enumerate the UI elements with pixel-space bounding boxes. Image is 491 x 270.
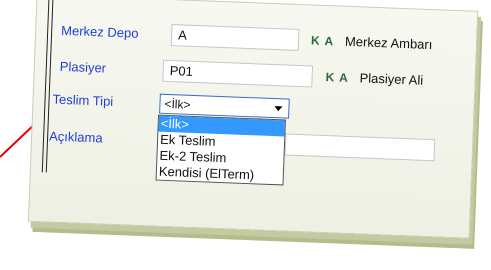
delivery-type-dropdown: <İlk> Ek Teslim Ek-2 Teslim Kendisi (ElT…	[155, 114, 286, 186]
depot-ka-buttons[interactable]: K A	[311, 33, 335, 48]
notes-label: Açıklama	[48, 128, 103, 146]
form-panel-container: Merkez Depo A K A Merkez Ambarı Plasiyer…	[0, 0, 491, 270]
salesman-ka-buttons[interactable]: K A	[325, 70, 349, 85]
delivery-type-selected: <İlk>	[164, 96, 191, 112]
salesman-description: Plasiyer Ali	[359, 70, 424, 88]
salesman-label: Plasiyer	[59, 58, 107, 76]
depot-label: Merkez Depo	[60, 22, 139, 41]
delivery-type-label: Teslim Tipi	[52, 91, 114, 109]
dropdown-option-kendisi[interactable]: Kendisi (ElTerm)	[157, 164, 284, 185]
chevron-down-icon[interactable]	[274, 106, 283, 112]
